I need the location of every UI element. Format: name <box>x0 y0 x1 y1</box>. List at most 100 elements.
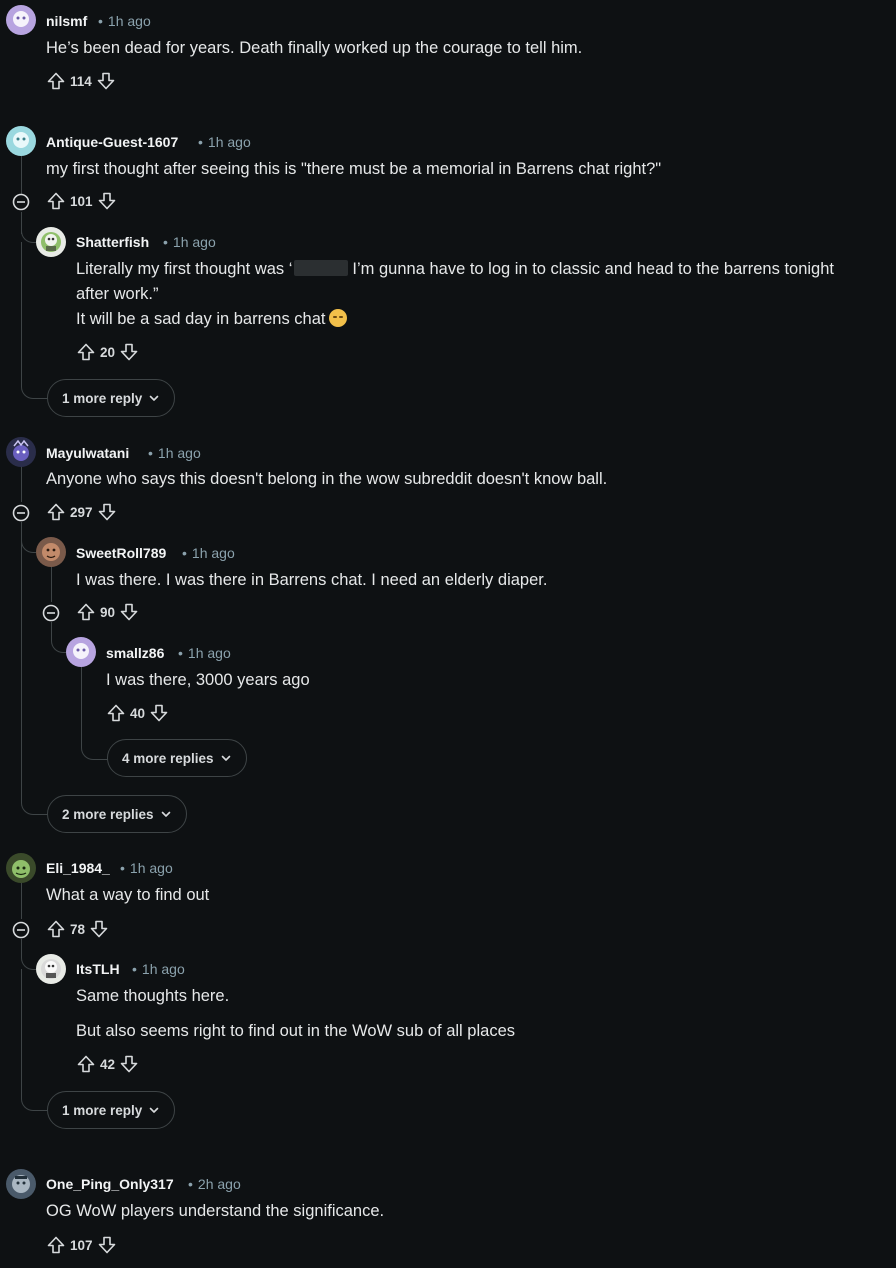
vote-count: 78 <box>70 921 86 937</box>
thread-line <box>21 242 22 384</box>
vote-count: 42 <box>100 1056 116 1072</box>
timestamp: 1h ago <box>107 13 151 29</box>
username[interactable]: Mayulwatani <box>46 445 129 461</box>
comment-time: • 1h ago <box>120 860 173 876</box>
thread-line <box>51 566 52 602</box>
downvote-icon[interactable] <box>89 919 109 939</box>
avatar[interactable] <box>6 5 36 35</box>
avatar[interactable] <box>6 853 36 883</box>
upvote-icon[interactable] <box>46 191 66 211</box>
vote-count: 90 <box>100 604 116 620</box>
comment-text: It will be a sad day in barrens chat <box>76 310 326 328</box>
downvote-icon[interactable] <box>119 1054 139 1074</box>
timestamp: 2h ago <box>197 1176 241 1192</box>
username[interactable]: One_Ping_Only317 <box>46 1176 174 1192</box>
vote-count: 297 <box>70 504 93 520</box>
comment-time: • 2h ago <box>188 1176 241 1192</box>
thread-elbow <box>21 382 48 399</box>
downvote-icon[interactable] <box>97 191 117 211</box>
comment-time: • 1h ago <box>98 13 151 29</box>
collapse-thread-icon[interactable] <box>11 503 31 523</box>
timestamp: 1h ago <box>172 234 216 250</box>
comment-text: I’m gunna have to log in to classic and … <box>352 260 834 278</box>
more-replies-button[interactable]: 1 more reply <box>47 1091 176 1129</box>
meta-separator: • <box>132 961 137 977</box>
username[interactable]: SweetRoll789 <box>76 545 166 561</box>
thread-elbow <box>21 1094 48 1111</box>
comment-text: Literally my first thought was ‘ <box>76 260 293 278</box>
username[interactable]: Antique-Guest-1607 <box>46 134 178 150</box>
timestamp: 1h ago <box>157 445 201 461</box>
upvote-icon[interactable] <box>76 1054 96 1074</box>
avatar[interactable] <box>66 637 96 667</box>
avatar[interactable] <box>36 537 66 567</box>
comment-body: Same thoughts here. <box>76 987 230 1005</box>
comment-body: But also seems right to find out in the … <box>76 1022 515 1040</box>
downvote-icon[interactable] <box>149 703 169 723</box>
thread-line <box>21 939 22 953</box>
username[interactable]: smallz86 <box>106 645 164 661</box>
username[interactable]: Shatterfish <box>76 234 149 250</box>
thread-elbow <box>81 743 108 760</box>
meta-separator: • <box>182 545 187 561</box>
more-replies-button[interactable]: 1 more reply <box>47 379 176 417</box>
thread-line <box>21 522 22 800</box>
comment-body: He’s been dead for years. Death finally … <box>46 39 583 57</box>
vote-bar: 297 <box>46 500 117 524</box>
meta-separator: • <box>120 860 125 876</box>
more-replies-label: 1 more reply <box>62 390 143 406</box>
comment-body: Literally my first thought was ‘ I’m gunn… <box>76 257 834 282</box>
more-replies-label: 1 more reply <box>62 1102 143 1118</box>
comment-time: • 1h ago <box>148 445 201 461</box>
comment-body: It will be a sad day in barrens chat <box>76 307 348 332</box>
upvote-icon[interactable] <box>46 1235 66 1255</box>
collapse-thread-icon[interactable] <box>11 920 31 940</box>
downvote-icon[interactable] <box>97 502 117 522</box>
comment-time: • 1h ago <box>132 961 185 977</box>
timestamp: 1h ago <box>129 860 173 876</box>
comment-time: • 1h ago <box>182 545 235 561</box>
collapse-thread-icon[interactable] <box>41 603 61 623</box>
thread-elbow <box>21 536 36 553</box>
thread-elbow <box>21 226 36 243</box>
comment-body: my first thought after seeing this is "t… <box>46 160 662 178</box>
avatar[interactable] <box>36 954 66 984</box>
upvote-icon[interactable] <box>76 342 96 362</box>
timestamp: 1h ago <box>141 961 185 977</box>
upvote-icon[interactable] <box>76 602 96 622</box>
redacted-text <box>294 260 349 276</box>
thread-line <box>21 883 22 919</box>
downvote-icon[interactable] <box>119 342 139 362</box>
downvote-icon[interactable] <box>96 71 116 91</box>
timestamp: 1h ago <box>207 134 251 150</box>
downvote-icon[interactable] <box>119 602 139 622</box>
more-replies-label: 2 more replies <box>62 806 154 822</box>
chevron-down-icon <box>160 808 172 820</box>
username[interactable]: Eli_1984_ <box>46 860 110 876</box>
avatar[interactable] <box>6 126 36 156</box>
thread-elbow <box>21 798 48 815</box>
downvote-icon[interactable] <box>97 1235 117 1255</box>
upvote-icon[interactable] <box>46 502 66 522</box>
vote-bar: 20 <box>76 340 139 364</box>
avatar[interactable] <box>36 227 66 257</box>
meta-separator: • <box>188 1176 193 1192</box>
comment-time: • 1h ago <box>163 234 216 250</box>
upvote-icon[interactable] <box>106 703 126 723</box>
more-replies-button[interactable]: 2 more replies <box>47 795 187 833</box>
avatar[interactable] <box>6 1169 36 1199</box>
upvote-icon[interactable] <box>46 71 66 91</box>
timestamp: 1h ago <box>187 645 231 661</box>
meta-separator: • <box>198 134 203 150</box>
username[interactable]: nilsmf <box>46 13 87 29</box>
avatar[interactable] <box>6 437 36 467</box>
comment-time: • 1h ago <box>178 645 231 661</box>
meta-separator: • <box>148 445 153 461</box>
vote-bar: 40 <box>106 701 169 725</box>
upvote-icon[interactable] <box>46 919 66 939</box>
username[interactable]: ItsTLH <box>76 961 120 977</box>
collapse-thread-icon[interactable] <box>11 192 31 212</box>
thread-elbow <box>51 636 66 653</box>
vote-bar: 78 <box>46 917 109 941</box>
more-replies-button[interactable]: 4 more replies <box>107 739 247 777</box>
